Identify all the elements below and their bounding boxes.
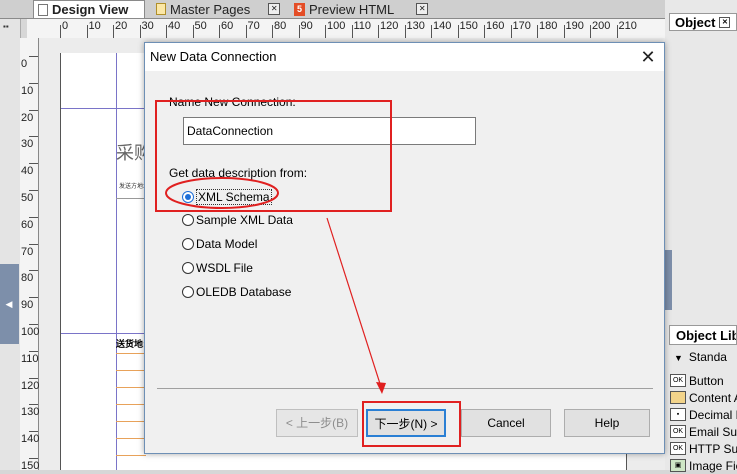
annotation-arrowhead bbox=[376, 382, 386, 394]
annotation-overlay bbox=[165, 177, 386, 394]
annotation-box bbox=[362, 401, 461, 447]
annotation-arrow-line bbox=[326, 217, 383, 391]
annotation-ellipse bbox=[165, 177, 279, 209]
